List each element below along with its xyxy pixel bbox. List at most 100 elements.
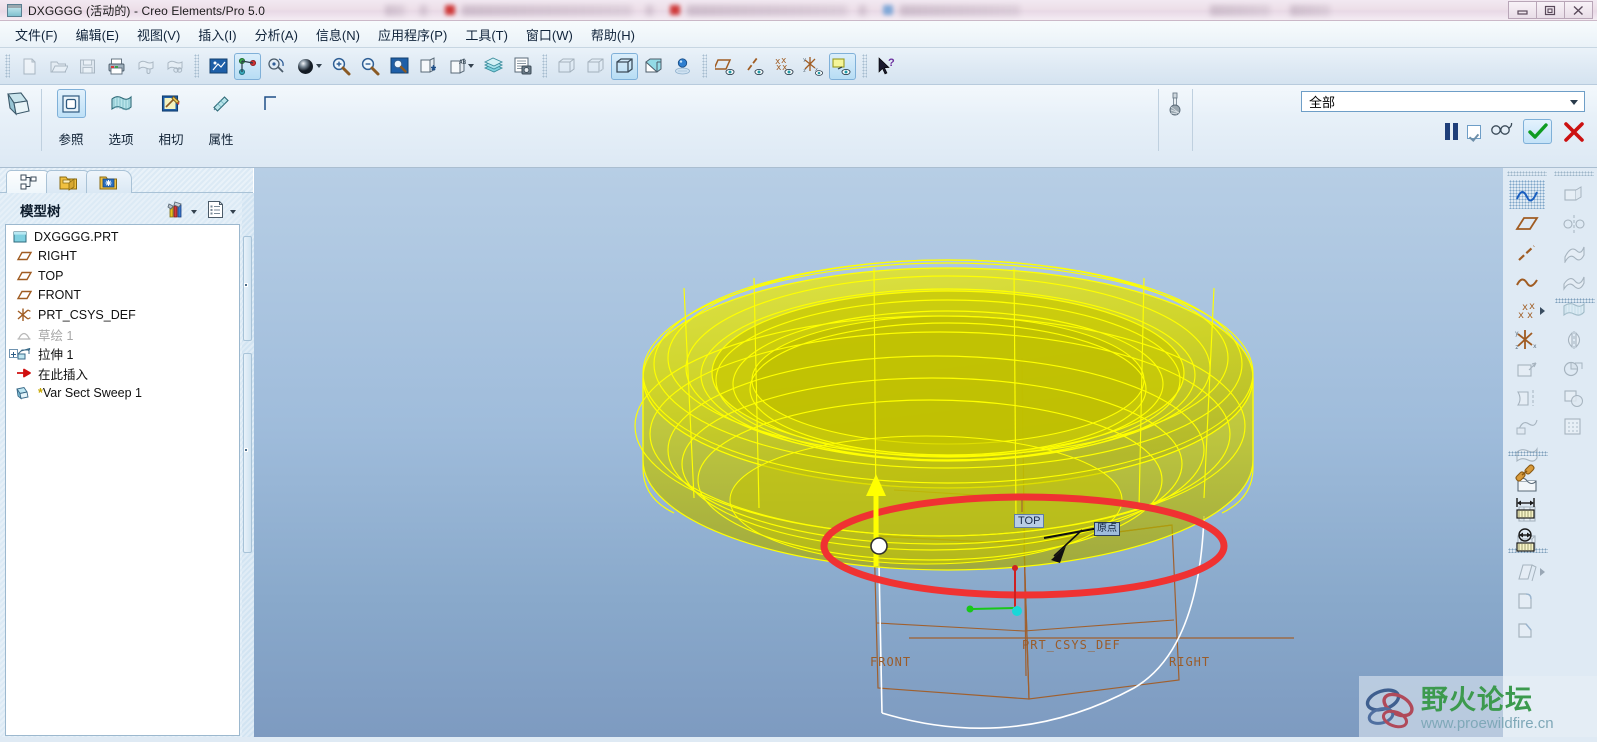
menu-view[interactable]: 视图(V) (128, 21, 189, 48)
solidify-icon[interactable] (1556, 383, 1592, 412)
menu-window[interactable]: 窗口(W) (517, 21, 582, 48)
datum-axis-icon[interactable] (742, 53, 769, 80)
toolbar-grip-3[interactable] (542, 54, 547, 78)
tree-row-insert-here[interactable]: 在此插入 (6, 364, 239, 384)
chain-relation-icon[interactable] (1508, 460, 1544, 489)
datum-csys-icon[interactable]: yzx (800, 53, 827, 80)
tools-settings-icon[interactable] (166, 200, 186, 224)
zoom-out-icon[interactable] (357, 53, 384, 80)
extrude-icon[interactable] (1509, 354, 1545, 383)
chevron-down-icon-tools[interactable] (191, 210, 197, 214)
menu-applications[interactable]: 应用程序(P) (369, 21, 456, 48)
flyout-arrow-icon-draft[interactable] (1539, 568, 1545, 576)
sketch-curve-icon[interactable] (1508, 180, 1545, 209)
saved-view-icon[interactable] (415, 53, 442, 80)
mirror-geom-icon[interactable] (1556, 325, 1592, 354)
menu-insert[interactable]: 插入(I) (189, 21, 245, 48)
flyout-arrow-icon[interactable] (1539, 307, 1545, 315)
intersect-icon[interactable] (1556, 354, 1592, 383)
repaint-icon[interactable] (205, 53, 232, 80)
glasses-preview-icon[interactable] (1490, 121, 1514, 142)
preview-checkbox[interactable] (1467, 124, 1481, 139)
spin-center-icon[interactable] (263, 53, 290, 80)
dash-tab-options[interactable]: 选项 (96, 89, 146, 148)
thicken-icon[interactable] (1162, 91, 1188, 119)
no-hidden-icon[interactable] (611, 52, 638, 80)
model-tree-list[interactable]: DXGGGG.PRT RIGHT TOP FRONT PRT_CSYS_DEF … (5, 224, 240, 736)
options-icon[interactable] (107, 89, 136, 118)
expand-extrude-icon[interactable] (9, 349, 18, 358)
draft-icon[interactable] (1509, 557, 1545, 586)
toolbar-grip-right-a[interactable] (1506, 171, 1547, 176)
merge-surface-icon[interactable] (1556, 267, 1592, 296)
mirror-icon[interactable] (1556, 209, 1592, 238)
dash-tab-tangency[interactable]: 相切 (146, 89, 196, 148)
chevron-down-icon-2[interactable] (468, 64, 474, 68)
toolbar-grip-5[interactable] (862, 54, 867, 78)
model-snapshot-icon[interactable] (509, 53, 536, 80)
cancel-x-icon[interactable] (1561, 119, 1587, 144)
menu-analysis[interactable]: 分析(A) (246, 21, 307, 48)
tree-row-right[interactable]: RIGHT (6, 247, 239, 267)
datum-plane-icon[interactable] (713, 53, 740, 80)
minimize-icon[interactable] (1508, 1, 1537, 19)
window-controls[interactable] (1508, 1, 1593, 19)
new-file-icon[interactable] (16, 53, 43, 80)
zoom-in-icon[interactable] (328, 53, 355, 80)
tangency-icon[interactable] (157, 89, 186, 118)
sweep-blend-icon[interactable] (1509, 412, 1545, 441)
dash-tab-references[interactable]: 参照 (46, 89, 96, 148)
accept-check-icon[interactable] (1523, 119, 1552, 144)
datum-csys-icon[interactable]: yzx (1509, 325, 1545, 354)
shade-color-icon[interactable] (292, 53, 326, 80)
diameter-dimension-icon[interactable] (1508, 525, 1544, 557)
hidden-line-icon[interactable] (582, 53, 609, 80)
tree-row-sketch[interactable]: 草绘 1 (6, 325, 239, 345)
open-folder-icon[interactable] (45, 53, 72, 80)
chevron-down-icon[interactable] (316, 64, 322, 68)
linear-dimension-icon[interactable] (1508, 493, 1544, 525)
datum-plane-icon[interactable] (1509, 209, 1545, 238)
datum-display-icon[interactable] (234, 52, 261, 80)
refit-icon[interactable] (386, 53, 413, 80)
send-mail-icon[interactable] (132, 53, 159, 80)
datum-label-top[interactable]: TOP (1014, 514, 1045, 528)
datum-label-right[interactable]: RIGHT (1169, 655, 1210, 669)
pause-icon[interactable] (1445, 123, 1458, 140)
datum-label-front[interactable]: FRONT (870, 655, 911, 669)
properties-icon[interactable] (207, 89, 236, 118)
trim-icon[interactable] (1556, 238, 1592, 267)
annotation-icon[interactable] (829, 52, 856, 80)
toolbar-grip-2[interactable] (194, 54, 199, 78)
wireframe-icon[interactable] (553, 53, 580, 80)
graphics-viewport[interactable]: TOP FRONT RIGHT PRT_CSYS_DEF 原点 (254, 168, 1503, 742)
chevron-down-icon-columns[interactable] (230, 210, 236, 214)
tree-row-part[interactable]: DXGGGG.PRT (6, 227, 239, 247)
curve-icon[interactable] (1509, 267, 1545, 296)
thicken-bracket-icon[interactable] (257, 89, 286, 118)
pattern-icon[interactable] (1556, 180, 1592, 209)
chevron-down-icon-filter[interactable] (1570, 100, 1578, 105)
menu-help[interactable]: 帮助(H) (582, 21, 644, 48)
datum-label-csys[interactable]: PRT_CSYS_DEF (1022, 638, 1121, 652)
datum-point-icon[interactable]: xxxx (771, 53, 798, 80)
tree-row-extrude[interactable]: 拉伸 1 (6, 344, 239, 364)
datum-axis-icon[interactable] (1509, 238, 1545, 267)
thicken-icon[interactable] (1556, 412, 1592, 441)
close-icon[interactable] (1564, 1, 1593, 19)
menu-tools[interactable]: 工具(T) (456, 21, 517, 48)
chamfer-icon[interactable] (1509, 615, 1545, 644)
dash-tab-properties[interactable]: 属性 (196, 89, 246, 148)
dash-tab-thicken[interactable] (246, 89, 296, 148)
toolbar-grip[interactable] (5, 54, 10, 78)
shading-icon[interactable] (640, 53, 667, 80)
menu-info[interactable]: 信息(N) (307, 21, 369, 48)
toolbar-grip-4[interactable] (702, 54, 707, 78)
menu-edit[interactable]: 编辑(E) (67, 21, 128, 48)
datum-point-icon[interactable]: xxxx (1509, 296, 1545, 325)
selection-filter-combo[interactable]: 全部 (1301, 91, 1585, 112)
tree-row-front[interactable]: FRONT (6, 286, 239, 306)
layers-icon[interactable] (480, 53, 507, 80)
tree-row-var-sect-sweep[interactable]: * Var Sect Sweep 1 (6, 383, 239, 403)
tree-row-top[interactable]: TOP (6, 266, 239, 286)
